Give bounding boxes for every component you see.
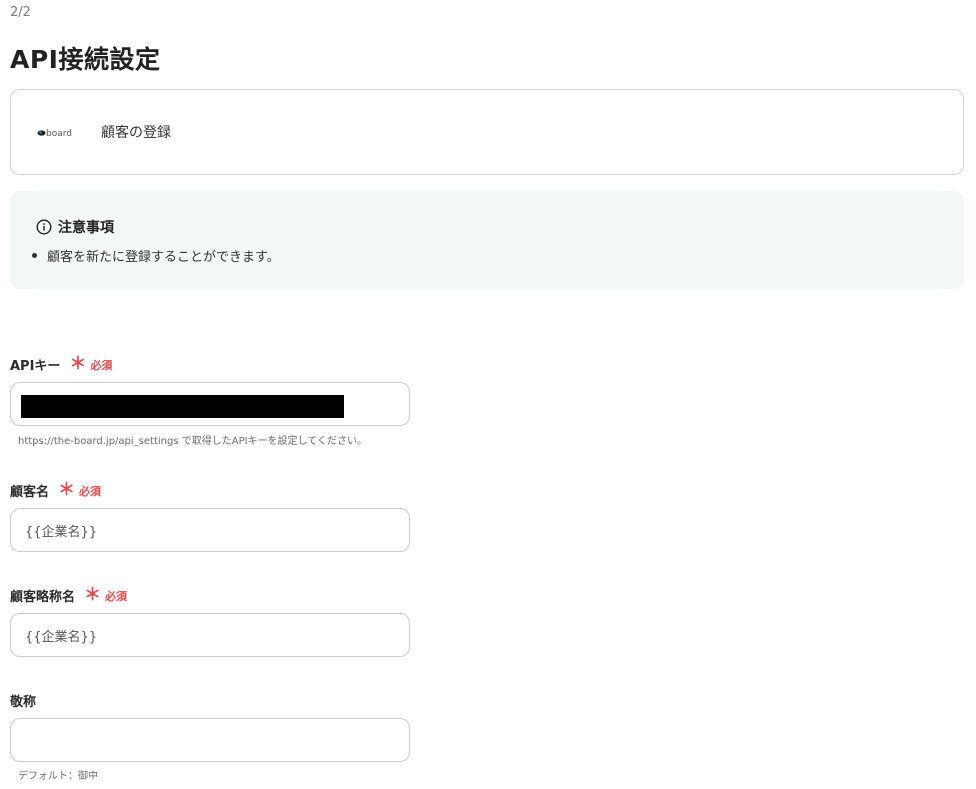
bullet-icon — [32, 253, 37, 258]
customer-name-label-text: 顧客名 — [10, 485, 50, 500]
redacted-block — [21, 395, 344, 418]
step-indicator: 2/2 — [10, 5, 31, 20]
notice-item-text: 顧客を新たに登録することができます。 — [47, 250, 280, 265]
required-badge: 必須 — [105, 589, 128, 603]
notice-title: 注意事項 — [58, 220, 114, 236]
required-asterisk-icon: ＊ — [84, 585, 102, 605]
customer-name-input[interactable]: {{企業名}} — [10, 508, 410, 552]
svg-text:board: board — [46, 129, 72, 139]
api-key-label: APIキー ＊ 必須 — [10, 354, 113, 375]
required-badge: 必須 — [90, 358, 113, 372]
customer-short-name-label: 顧客略称名 ＊ 必須 — [10, 585, 128, 606]
api-key-hint: https://the-board.jp/api_settings で取得したA… — [18, 436, 367, 447]
page: 2/2 API接続設定 board 顧客の登録 注意事項 顧客を新たに登録するこ… — [0, 0, 976, 789]
api-key-input[interactable] — [10, 382, 410, 426]
notice-header: 注意事項 — [36, 217, 114, 237]
board-logo-icon: board — [37, 125, 75, 139]
honorific-hint: デフォルト：御中 — [18, 771, 98, 782]
app-action-card[interactable]: board 顧客の登録 — [10, 89, 964, 175]
customer-short-name-input[interactable]: {{企業名}} — [10, 613, 410, 657]
honorific-input[interactable] — [10, 718, 410, 762]
honorific-label: 敬称 — [10, 691, 36, 710]
notice-item: 顧客を新たに登録することができます。 — [32, 246, 280, 265]
honorific-label-text: 敬称 — [10, 695, 37, 710]
required-badge: 必須 — [79, 484, 102, 498]
customer-name-label: 顧客名 ＊ 必須 — [10, 480, 102, 501]
api-key-label-text: APIキー — [10, 359, 61, 374]
notice-box: 注意事項 顧客を新たに登録することができます。 — [10, 191, 964, 289]
info-icon — [36, 219, 52, 235]
required-asterisk-icon: ＊ — [69, 354, 87, 374]
customer-short-name-label-text: 顧客略称名 — [10, 590, 76, 605]
required-asterisk-icon: ＊ — [58, 480, 76, 500]
app-action-label: 顧客の登録 — [101, 125, 171, 141]
customer-short-name-value: {{企業名}} — [25, 629, 98, 645]
customer-name-value: {{企業名}} — [25, 524, 98, 540]
page-title: API接続設定 — [10, 45, 161, 74]
